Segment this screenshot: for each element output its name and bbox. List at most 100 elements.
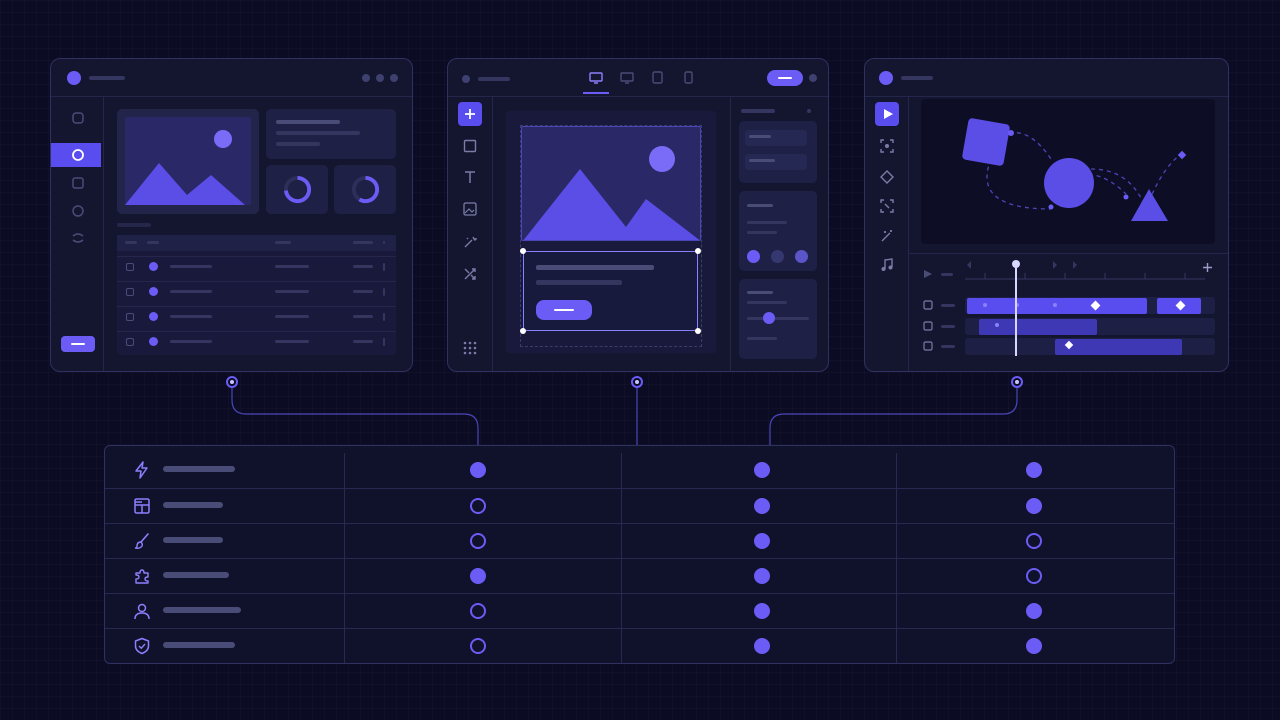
feature-comparison-table (104, 445, 1175, 664)
feature-label-placeholder (163, 466, 235, 472)
feature-label-placeholder (163, 572, 229, 578)
row-status-dot (149, 287, 158, 296)
app-logo (879, 71, 893, 85)
grid-icon[interactable] (463, 341, 477, 355)
selection-handle[interactable] (695, 248, 701, 254)
page-designer-window (447, 58, 829, 372)
wand-icon[interactable] (880, 229, 894, 243)
feature-label-placeholder (163, 642, 235, 648)
magic-icon[interactable] (463, 235, 477, 249)
row-checkbox[interactable] (126, 263, 134, 271)
feature-unsupported-mark (1026, 533, 1042, 549)
table-row[interactable] (117, 306, 396, 326)
feature-supported-mark (470, 568, 486, 584)
feature-unsupported-mark (470, 533, 486, 549)
select-icon[interactable] (880, 199, 894, 213)
play-icon[interactable] (923, 269, 933, 279)
color-card (739, 191, 817, 271)
hexagon-icon[interactable] (71, 111, 85, 125)
row-status-dot (149, 262, 158, 271)
music-icon[interactable] (880, 258, 894, 272)
user-icon (134, 603, 150, 620)
playhead-handle[interactable] (1012, 260, 1020, 268)
add-track-icon[interactable] (1202, 262, 1213, 273)
keyframes (983, 300, 1186, 350)
image-preview (125, 117, 251, 205)
layers-icon[interactable] (71, 231, 85, 245)
feature-label-placeholder (163, 537, 223, 543)
square-icon[interactable] (71, 176, 85, 190)
donut-chart-icon (283, 175, 312, 204)
diamond-icon[interactable] (880, 170, 894, 184)
feature-unsupported-mark (470, 603, 486, 619)
table-row (105, 558, 1174, 593)
table-row[interactable] (117, 281, 396, 301)
table-row (105, 453, 1174, 488)
table-row[interactable] (117, 331, 396, 351)
row-checkbox[interactable] (126, 313, 134, 321)
canvas-cta-button[interactable] (536, 300, 592, 320)
circle-icon[interactable] (71, 204, 85, 218)
app-logo (67, 71, 81, 85)
feature-supported-mark (754, 603, 770, 619)
window-control-dot[interactable] (376, 74, 384, 82)
window-control-dot[interactable] (390, 74, 398, 82)
feature-unsupported-mark (1026, 568, 1042, 584)
selection-handle[interactable] (520, 248, 526, 254)
color-swatch[interactable] (747, 250, 760, 263)
desktop-icon[interactable] (589, 72, 603, 84)
feature-supported-mark (754, 462, 770, 478)
focus-icon[interactable] (880, 139, 894, 153)
feature-supported-mark (1026, 638, 1042, 654)
donut-chart-icon (351, 175, 380, 204)
window-control-dot[interactable] (362, 74, 370, 82)
feature-unsupported-mark (470, 498, 486, 514)
table-row (105, 593, 1174, 628)
donut-card (266, 165, 328, 214)
mobile-icon[interactable] (684, 71, 693, 84)
puzzle-icon (135, 569, 149, 584)
shuffle-icon[interactable] (463, 267, 477, 281)
selection-handle[interactable] (520, 328, 526, 334)
row-checkbox[interactable] (126, 338, 134, 346)
text-card (266, 109, 396, 159)
animation-stage[interactable] (921, 99, 1215, 244)
plus-icon (465, 109, 475, 119)
row-status-dot (149, 337, 158, 346)
feature-supported-mark (754, 533, 770, 549)
window-title-placeholder (478, 77, 510, 81)
sidebar-action-button[interactable] (61, 336, 95, 352)
slider-handle[interactable] (763, 312, 775, 324)
playhead[interactable] (1015, 264, 1017, 356)
canvas-text-block-selected[interactable] (523, 251, 698, 331)
properties-card (739, 121, 817, 183)
table-row (105, 488, 1174, 523)
selection-handle[interactable] (695, 328, 701, 334)
feature-supported-mark (470, 462, 486, 478)
publish-button[interactable] (767, 70, 803, 86)
chart-pie-icon[interactable] (71, 148, 85, 162)
timeline-ruler (965, 261, 1205, 280)
tablet-icon[interactable] (652, 71, 663, 84)
image-icon[interactable] (463, 202, 477, 216)
track-icon (923, 321, 933, 331)
row-status-dot (149, 312, 158, 321)
row-checkbox[interactable] (126, 288, 134, 296)
feature-supported-mark (754, 638, 770, 654)
canvas-image-block[interactable] (521, 126, 701, 241)
layout-icon (134, 498, 150, 514)
motion-path-illustration (962, 118, 1187, 221)
feature-supported-mark (754, 568, 770, 584)
shield-icon (134, 637, 150, 655)
text-icon[interactable] (463, 170, 477, 184)
monitor-icon[interactable] (620, 72, 634, 84)
motion-editor-window (864, 58, 1229, 372)
feature-label-placeholder (163, 607, 241, 613)
color-swatch[interactable] (771, 250, 784, 263)
table-row[interactable] (117, 256, 396, 276)
slider-card (739, 279, 817, 359)
square-icon[interactable] (463, 139, 477, 153)
color-swatch[interactable] (795, 250, 808, 263)
brush-icon (134, 533, 149, 549)
feature-supported-mark (1026, 462, 1042, 478)
